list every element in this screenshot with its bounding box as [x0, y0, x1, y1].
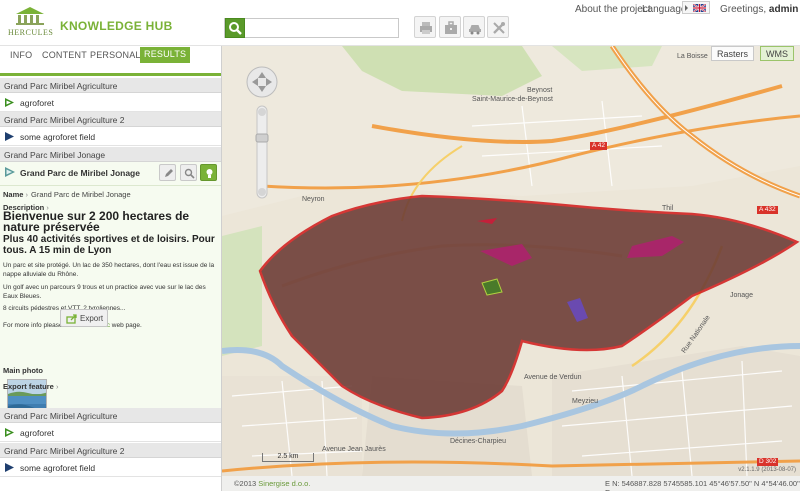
- car-icon: [469, 25, 481, 35]
- map-canvas[interactable]: [222, 46, 800, 491]
- tab-bar: INFO CONTENT PERSONAL RESULTS: [0, 46, 221, 76]
- pencil-icon: [165, 169, 173, 177]
- tab-content[interactable]: CONTENT: [42, 50, 87, 64]
- hercules-logo[interactable]: HERCULES: [6, 6, 54, 40]
- columns-logo-icon: [16, 7, 44, 25]
- sidebar: INFO CONTENT PERSONAL RESULTS Grand Parc…: [0, 46, 222, 491]
- tools-icon: [493, 22, 505, 34]
- description-heading: Bienvenue sur 2 200 hectares de nature p…: [3, 209, 190, 234]
- feature-detail-panel: Grand Parc de Miribel Jonage Name › Gran…: [0, 162, 221, 419]
- play-triangle-icon: [5, 98, 14, 107]
- caret-right-icon: [685, 5, 688, 11]
- list-item-label: agroforet: [20, 428, 55, 438]
- layer-wms[interactable]: WMS: [760, 46, 794, 61]
- play-triangle-icon: [5, 167, 15, 177]
- greetings: Greetings, admin: [720, 4, 798, 15]
- group-header[interactable]: Grand Parc Miribel Agriculture 2: [0, 443, 221, 458]
- scale-bar: 2.5 km: [262, 453, 314, 462]
- list-item[interactable]: agroforet: [0, 93, 221, 112]
- search-icon: [229, 22, 242, 35]
- export-button[interactable]: Export: [60, 309, 108, 327]
- zoom-control[interactable]: [244, 64, 280, 204]
- play-triangle-icon: [5, 132, 14, 141]
- language-label: Language: [642, 4, 687, 15]
- more-info-suffix: web page.: [109, 322, 142, 329]
- group-header[interactable]: Grand Parc Miribel Jonage: [0, 147, 221, 162]
- copyright-prefix: ©2013: [234, 479, 259, 488]
- group-header[interactable]: Grand Parc Miribel Agriculture: [0, 78, 221, 93]
- description-paragraph: Un golf avec un parcours 9 trous et un p…: [3, 284, 206, 300]
- coordinates-readout: E N: 546887.828 5745585.101 45°46'57.50"…: [605, 479, 800, 491]
- version-text: v2.1.1.9 (2013-08-07): [738, 467, 796, 473]
- name-label: Name ›: [3, 190, 29, 199]
- logo-text: HERCULES: [8, 28, 54, 37]
- map-label-meyzieu: Meyzieu: [572, 398, 599, 405]
- list-item[interactable]: some agroforet field: [0, 458, 221, 477]
- language-select[interactable]: [682, 1, 710, 14]
- app-title: KNOWLEDGE HUB: [60, 19, 173, 33]
- feature-title: Grand Parc de Miribel Jonage: [20, 168, 140, 178]
- search-box: [224, 18, 399, 38]
- map-label-st-maurice: Saint-Maurice-de-Beynost: [472, 96, 553, 103]
- list-item[interactable]: agroforet: [0, 423, 221, 442]
- export-label-text: Export feature: [3, 382, 54, 391]
- layer-rasters[interactable]: Rasters: [710, 46, 754, 61]
- print-icon: [420, 22, 432, 34]
- uk-flag-icon: [693, 4, 706, 12]
- list-item-label: some agroforet field: [20, 132, 96, 142]
- tab-results[interactable]: RESULTS: [140, 47, 191, 63]
- tab-info[interactable]: INFO: [10, 50, 32, 64]
- zoom-to-button[interactable]: [180, 164, 197, 181]
- map-view[interactable]: Rasters WMS Beynost Saint-Maurice-de-Bey…: [222, 46, 800, 491]
- list-item[interactable]: some agroforet field: [0, 127, 221, 146]
- about-link[interactable]: About the project: [575, 4, 651, 15]
- magnifier-icon: [184, 168, 195, 179]
- edit-button[interactable]: [159, 164, 176, 181]
- divider: [0, 185, 221, 186]
- export-button-label: Export: [80, 314, 104, 323]
- greetings-prefix: Greetings,: [720, 4, 769, 15]
- car-button[interactable]: [463, 16, 485, 38]
- play-triangle-icon: [5, 463, 14, 472]
- map-label-beynost: Beynost: [527, 87, 553, 94]
- map-label-neyron: Neyron: [302, 196, 325, 203]
- play-triangle-icon: [5, 428, 14, 437]
- name-label-text: Name: [3, 190, 24, 199]
- print-button[interactable]: [414, 16, 436, 38]
- road-badge-a42: A 42: [590, 142, 608, 150]
- map-footer: ©2013 Sinergise d.o.o. E N: 546887.828 5…: [222, 467, 800, 491]
- search-button[interactable]: [225, 18, 245, 38]
- export-feature-label: Export feature ›: [3, 382, 59, 391]
- map-label-la-boisse: La Boisse: [677, 53, 708, 60]
- tools-button[interactable]: [487, 16, 509, 38]
- road-badge-a432: A 432: [757, 206, 778, 214]
- map-label-jonage: Jonage: [730, 292, 753, 299]
- list-item-label: agroforet: [20, 98, 55, 108]
- map-label-decines: Décines-Charpieu: [450, 438, 507, 445]
- description-paragraph: 8 circuits pédestres et VTT, 2 tyrolienn…: [3, 305, 125, 312]
- lightbulb-icon: [206, 169, 213, 178]
- export-icon: [66, 314, 77, 324]
- tab-personal[interactable]: PERSONAL: [90, 50, 141, 64]
- road-badge-d302: D 302: [757, 458, 779, 466]
- username[interactable]: admin: [769, 4, 798, 15]
- description-subheading: Plus 40 activités sportives et de loisir…: [3, 234, 215, 256]
- sinergise-link[interactable]: Sinergise d.o.o.: [258, 479, 310, 488]
- briefcase-icon: [445, 21, 457, 34]
- group-header[interactable]: Grand Parc Miribel Agriculture: [0, 408, 221, 423]
- info-button[interactable]: [200, 164, 217, 181]
- list-item-label: some agroforet field: [20, 463, 96, 473]
- name-value: Grand Parc de Miribel Jonage: [31, 190, 131, 199]
- map-label-avenue-jaures: Avenue Jean Jaurès: [322, 446, 386, 453]
- header: HERCULES KNOWLEDGE HUB About the project…: [0, 0, 800, 46]
- copyright: ©2013 Sinergise d.o.o.: [234, 479, 310, 488]
- map-label-avenue-verdun: Avenue de Verdun: [524, 374, 582, 381]
- group-header[interactable]: Grand Parc Miribel Agriculture 2: [0, 112, 221, 127]
- search-input[interactable]: [247, 20, 395, 36]
- briefcase-button[interactable]: [439, 16, 461, 38]
- map-label-thil: Thil: [662, 205, 674, 212]
- description-paragraph: Un parc et site protégé. Un lac de 350 h…: [3, 262, 215, 278]
- main-photo-label: Main photo: [3, 366, 43, 375]
